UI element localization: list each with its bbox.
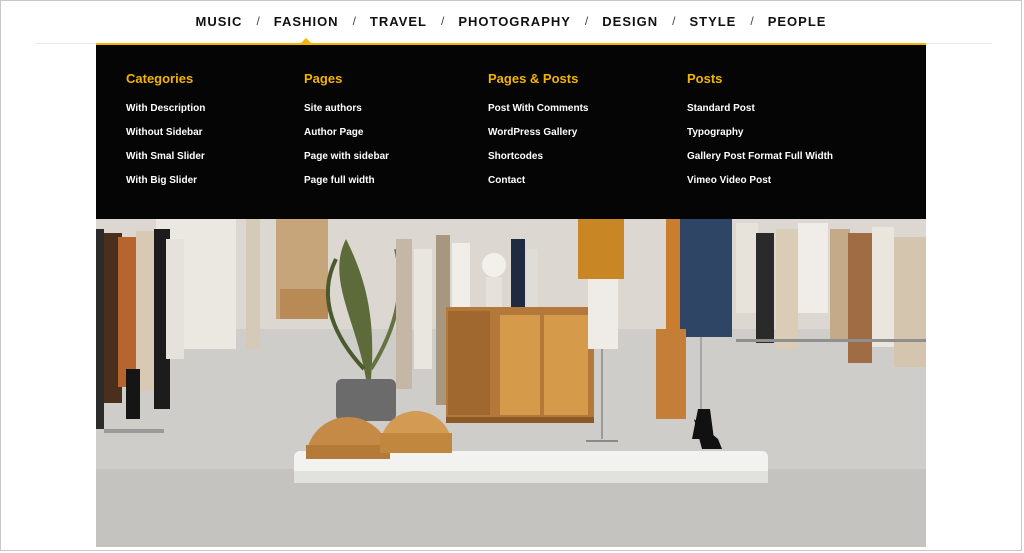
menu-link[interactable]: Post With Comments bbox=[488, 103, 588, 127]
nav-item-fashion[interactable]: FASHION bbox=[270, 14, 343, 43]
menu-link[interactable]: Site authors bbox=[304, 103, 389, 127]
menu-link[interactable]: With Big Slider bbox=[126, 175, 205, 199]
nav-separator: / bbox=[750, 14, 754, 28]
menu-link[interactable]: Page full width bbox=[304, 175, 389, 199]
menu-column-pages: Pages Site authors Author Page Page with… bbox=[304, 71, 389, 199]
nav-item-style[interactable]: STYLE bbox=[685, 14, 740, 29]
menu-column-pages-posts: Pages & Posts Post With Comments WordPre… bbox=[488, 71, 588, 199]
menu-link[interactable]: Without Sidebar bbox=[126, 127, 205, 151]
nav-item-design[interactable]: DESIGN bbox=[598, 14, 662, 29]
main-navigation: MUSIC / FASHION / TRAVEL / PHOTOGRAPHY /… bbox=[96, 6, 926, 43]
nav-separator: / bbox=[672, 14, 676, 28]
column-title: Posts bbox=[687, 71, 723, 86]
nav-separator: / bbox=[256, 14, 260, 28]
menu-link[interactable]: Shortcodes bbox=[488, 151, 588, 175]
menu-link[interactable]: Gallery Post Format Full Width bbox=[687, 151, 833, 175]
nav-separator: / bbox=[440, 14, 445, 28]
menu-link[interactable]: With Smal Slider bbox=[126, 151, 205, 175]
column-title: Pages bbox=[304, 71, 343, 86]
fashion-mega-menu: Categories With Description Without Side… bbox=[96, 43, 926, 219]
column-title: Pages & Posts bbox=[488, 71, 579, 86]
menu-link[interactable]: Author Page bbox=[304, 127, 389, 151]
menu-link[interactable]: Contact bbox=[488, 175, 588, 199]
nav-separator: / bbox=[352, 14, 356, 28]
nav-item-photography[interactable]: PHOTOGRAPHY bbox=[454, 14, 575, 29]
menu-link[interactable]: Page with sidebar bbox=[304, 151, 389, 175]
menu-link[interactable]: WordPress Gallery bbox=[488, 127, 588, 151]
menu-link[interactable]: With Description bbox=[126, 103, 205, 127]
menu-column-posts: Posts Standard Post Typography Gallery P… bbox=[687, 71, 833, 199]
hero-image bbox=[96, 219, 926, 547]
nav-separator: / bbox=[584, 14, 589, 28]
menu-link[interactable]: Vimeo Video Post bbox=[687, 175, 833, 199]
menu-link[interactable]: Standard Post bbox=[687, 103, 833, 127]
menu-column-categories: Categories With Description Without Side… bbox=[126, 71, 205, 199]
nav-item-people[interactable]: PEOPLE bbox=[764, 14, 831, 29]
menu-link[interactable]: Typography bbox=[687, 127, 833, 151]
nav-item-music[interactable]: MUSIC bbox=[192, 14, 247, 29]
nav-item-travel[interactable]: TRAVEL bbox=[366, 14, 431, 29]
column-title: Categories bbox=[126, 71, 194, 86]
